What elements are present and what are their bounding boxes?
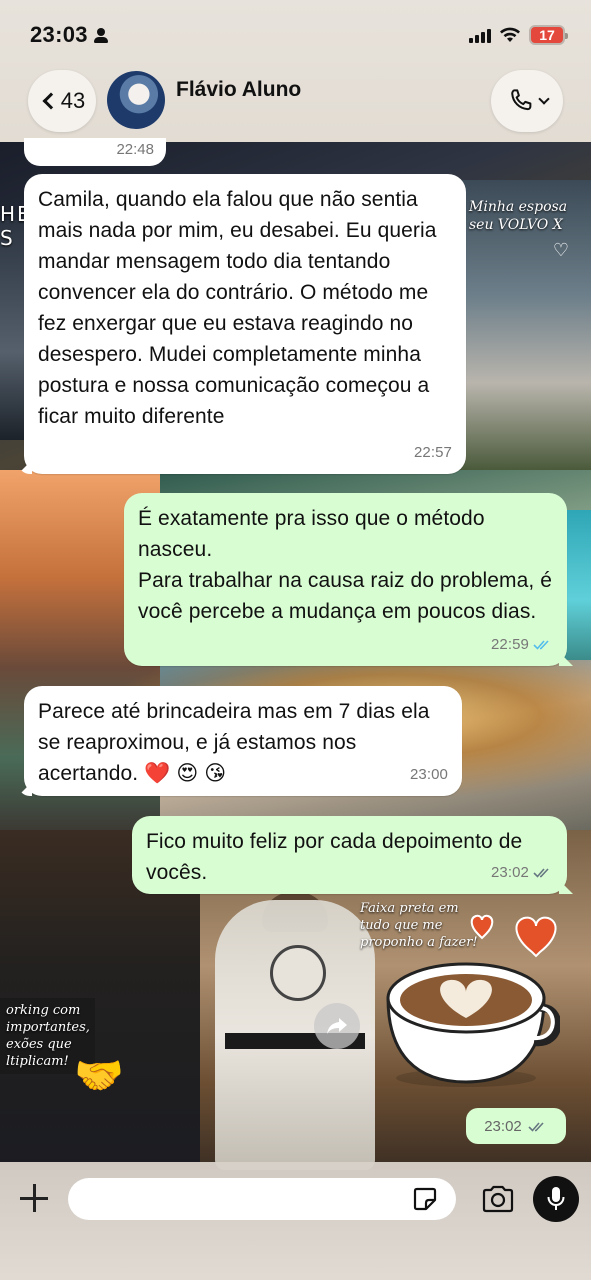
- phone-icon: [511, 89, 532, 111]
- message-time: 22:59: [490, 636, 529, 653]
- sticker-timestamp: 23:02: [466, 1108, 566, 1144]
- voice-call-button[interactable]: [491, 70, 563, 132]
- status-bar: 23:03 17: [0, 0, 591, 70]
- delivered-receipt-icon: [533, 868, 549, 878]
- back-button[interactable]: 43: [28, 70, 96, 132]
- forward-arrow-icon: [327, 1018, 347, 1034]
- wallpaper-gi-emblem: [270, 945, 326, 1001]
- message-composer: [0, 1162, 591, 1280]
- chevron-left-icon: [42, 92, 60, 110]
- wallpaper-heart-icon: ♡: [552, 240, 569, 260]
- message-time: 23:02: [484, 1117, 522, 1135]
- message-meta: 22:59: [491, 629, 553, 660]
- message-bubble-outgoing[interactable]: Fico muito feliz por cada depoimento de …: [132, 816, 573, 894]
- message-meta: 23:02: [491, 857, 553, 888]
- contact-name[interactable]: Flávio Aluno: [176, 78, 301, 102]
- wifi-icon: [500, 27, 520, 42]
- delivered-receipt-icon: [528, 1121, 544, 1132]
- camera-icon[interactable]: [481, 1184, 515, 1214]
- unread-count: 43: [60, 88, 86, 113]
- message-time: 23:00: [409, 766, 448, 783]
- battery-level: 17: [539, 27, 555, 43]
- forward-button[interactable]: [314, 1003, 360, 1049]
- message-bubble-incoming[interactable]: Parece até brincadeira mas em 7 dias ela…: [18, 686, 462, 796]
- message-meta: 22:57: [414, 437, 452, 468]
- microphone-button[interactable]: [533, 1176, 579, 1222]
- read-receipt-icon: [533, 640, 549, 650]
- chat-header: 43 Flávio Aluno: [0, 66, 591, 136]
- microphone-icon: [547, 1187, 565, 1210]
- message-meta: 23:00: [410, 759, 448, 790]
- message-time: 23:02: [490, 864, 529, 881]
- status-time: 23:03: [30, 22, 88, 47]
- latte-heart-sticker[interactable]: [380, 950, 560, 1090]
- status-time-group: 23:03: [30, 22, 108, 48]
- wallpaper-handshake-icon: 🤝: [74, 1054, 124, 1098]
- previous-message-time: 22:48: [116, 141, 154, 158]
- status-icons: 17: [469, 25, 568, 45]
- message-text: É exatamente pra isso que o método nasce…: [138, 507, 553, 623]
- attach-plus-button[interactable]: [18, 1182, 50, 1214]
- message-text: Parece até brincadeira mas em 7 dias ela…: [38, 700, 430, 785]
- person-icon: [93, 27, 108, 43]
- message-input[interactable]: [68, 1178, 456, 1220]
- previous-message-bubble[interactable]: 22:48: [24, 138, 166, 166]
- message-text: Camila, quando ela falou que não sentia …: [38, 188, 437, 428]
- contact-avatar[interactable]: [107, 71, 165, 129]
- message-time: 22:57: [413, 444, 452, 461]
- message-bubble-incoming[interactable]: Camila, quando ela falou que não sentia …: [18, 174, 466, 474]
- sticker-icon[interactable]: [412, 1186, 438, 1212]
- chevron-down-icon: [538, 93, 550, 105]
- message-bubble-outgoing[interactable]: É exatamente pra isso que o método nasce…: [124, 493, 573, 666]
- cellular-signal-icon: [469, 27, 491, 43]
- battery-indicator: 17: [529, 25, 568, 45]
- wallpaper-volvo-caption: Minha esposa seu VOLVO X: [469, 199, 568, 233]
